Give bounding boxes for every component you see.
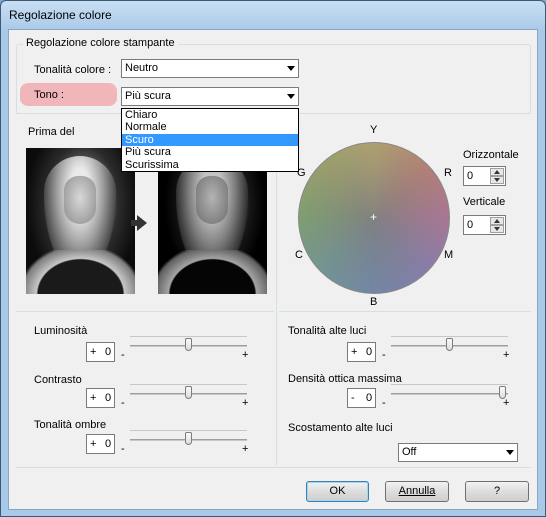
verticale-label: Verticale [463,196,506,208]
tonalita-ombre-slider[interactable] [130,430,247,452]
densita-ottica-plus: + [503,397,510,409]
tonalita-alte-luci-plus: + [503,349,510,361]
luminosita-value-box[interactable]: + 0 [86,342,115,362]
tono-dropdown-list: Chiaro Normale Scuro Più scura Scurissim… [121,108,299,172]
wheel-label-c: C [295,249,303,261]
contrasto-value-box[interactable]: + 0 [86,388,115,408]
slider-thumb[interactable] [446,338,453,351]
tono-option-scuro[interactable]: Scuro [122,133,298,147]
luminosita-plus: + [242,349,249,361]
tono-select[interactable]: Più scura [121,87,299,106]
densita-ottica-label: Densità ottica massima [288,373,402,385]
printer-color-group-title: Regolazione colore stampante [23,37,178,49]
left-mid-divider [16,311,274,312]
right-mid-divider [279,311,531,312]
tonalita-ombre-sign: + [90,438,97,450]
tono-option-chiaro[interactable]: Chiaro [122,109,298,121]
contrasto-slider[interactable] [130,384,247,406]
tonalita-ombre-value: 0 [105,438,112,450]
tono-option-scurissima[interactable]: Scurissima [122,159,298,171]
wheel-center-crosshair-icon: + [370,210,378,224]
tono-option-piu-scura[interactable]: Più scura [122,146,298,158]
verticale-spinner[interactable]: 0 [463,215,506,235]
densita-ottica-value: 0 [366,392,373,404]
contrasto-value: 0 [105,392,112,404]
tono-label: Tono : [34,89,64,101]
densita-ottica-minus: - [382,397,386,409]
spin-up-icon[interactable] [490,217,504,225]
verticale-value: 0 [467,219,474,231]
luminosita-slider[interactable] [130,336,247,358]
tonalita-ombre-minus: - [121,443,125,455]
orizzontale-label: Orizzontale [463,149,519,161]
tonalita-colore-select[interactable]: Neutro [121,59,299,78]
orizzontale-spinner[interactable]: 0 [463,166,506,186]
luminosita-label: Luminosità [34,325,88,337]
densita-ottica-sign: - [351,392,355,404]
preview-before-image [26,148,135,294]
tonalita-alte-luci-minus: - [382,349,386,361]
tonalita-alte-luci-value: 0 [366,346,373,358]
wheel-label-m: M [444,249,454,261]
tonalita-alte-luci-value-box[interactable]: + 0 [347,342,376,362]
luminosita-minus: - [121,349,125,361]
wheel-label-b: B [370,296,378,308]
dialog-window: Regolazione colore Regolazione colore st… [0,0,546,517]
densita-ottica-slider[interactable] [391,384,508,406]
slider-thumb[interactable] [185,432,192,445]
annulla-button-label: Annulla [398,485,436,497]
orizzontale-value: 0 [467,170,474,182]
tonalita-ombre-value-box[interactable]: + 0 [86,434,115,454]
luminosita-sign: + [90,346,97,358]
tonalita-alte-luci-slider[interactable] [391,336,508,358]
scostamento-value: Off [402,446,417,458]
tonalita-colore-value: Neutro [125,62,159,74]
wheel-label-r: R [444,167,452,179]
preview-label: Prima del [28,126,75,138]
slider-thumb[interactable] [185,338,192,351]
contrasto-plus: + [242,397,249,409]
tonalita-ombre-label: Tonalità ombre [34,419,107,431]
chevron-down-icon [287,66,295,71]
spin-up-icon[interactable] [490,168,504,176]
chevron-down-icon [287,94,295,99]
slider-thumb[interactable] [185,386,192,399]
contrasto-minus: - [121,397,125,409]
contrasto-sign: + [90,392,97,404]
spin-down-icon[interactable] [490,176,504,184]
contrasto-label: Contrasto [34,374,82,386]
densita-ottica-value-box[interactable]: - 0 [347,388,376,408]
tonalita-ombre-plus: + [242,443,249,455]
ok-button[interactable]: OK [306,481,369,502]
window-title: Regolazione colore [9,8,112,22]
tono-option-normale[interactable]: Normale [122,121,298,133]
chevron-down-icon [506,450,514,455]
luminosita-value: 0 [105,346,112,358]
wheel-label-y: Y [370,124,378,136]
scostamento-label: Scostamento alte luci [288,422,393,434]
bottom-divider [16,467,531,468]
spin-down-icon[interactable] [490,225,504,233]
annulla-button[interactable]: Annulla [385,481,449,502]
tonalita-alte-luci-sign: + [351,346,358,358]
arrow-right-icon [131,215,147,231]
tono-value: Più scura [125,90,171,102]
scostamento-select[interactable]: Off [398,443,518,462]
help-button[interactable]: ? [465,481,529,502]
tonalita-colore-label: Tonalità colore : [34,64,112,76]
tonalita-alte-luci-label: Tonalità alte luci [288,325,367,337]
